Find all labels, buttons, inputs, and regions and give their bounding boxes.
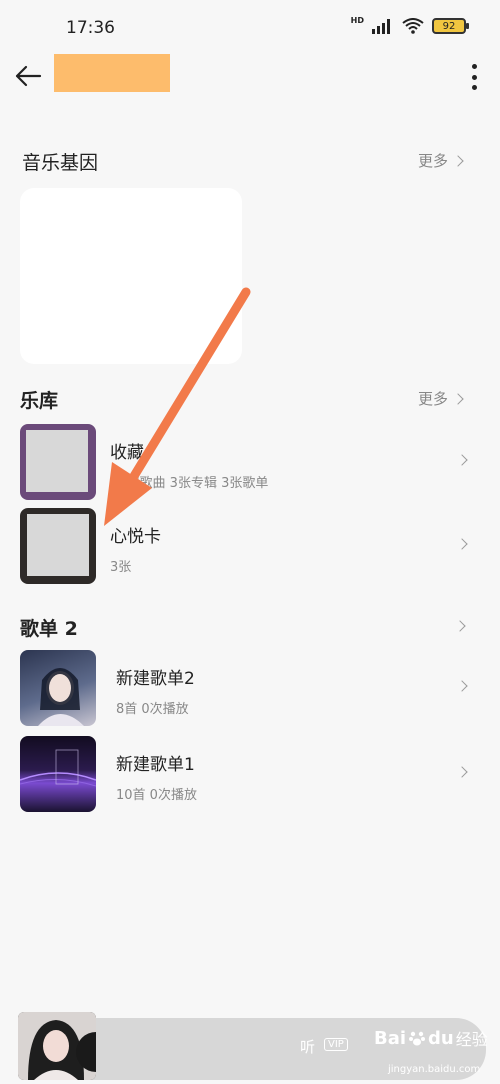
more-dot [471, 64, 477, 69]
list-item-subtitle: 19首歌曲 3张专辑 3张歌单 [110, 476, 269, 491]
watermark-url: jingyan.baidu.com [388, 1064, 481, 1075]
watermark-brand-2: du [428, 1027, 454, 1049]
status-icons: HD 92 [350, 15, 469, 34]
more-label: 更多 [418, 152, 449, 170]
vip-badge[interactable]: VIP [324, 1038, 348, 1051]
more-dot [471, 74, 477, 80]
list-item-title: 新建歌单2 [116, 669, 195, 689]
library-item-heart-card[interactable]: 心悦卡 3张 [0, 508, 500, 586]
page-title-redacted [54, 54, 170, 92]
status-time: 17:36 [66, 18, 115, 38]
portrait-illustration [38, 668, 84, 726]
chevron-right-icon [452, 392, 464, 405]
list-item-subtitle: 8首 0次播放 [116, 702, 189, 717]
more-vert-button[interactable] [462, 62, 486, 92]
playlist-1-cover [20, 736, 96, 812]
player-portrait [18, 1012, 96, 1080]
mini-player-cover[interactable] [18, 1012, 96, 1080]
library-title: 乐库 [20, 390, 59, 412]
favorites-cover [20, 424, 96, 500]
list-item-subtitle: 10首 0次播放 [116, 788, 197, 803]
top-app-bar [0, 52, 500, 100]
battery-icon: 92 [432, 18, 469, 34]
playlist-item-2[interactable]: 新建歌单2 8首 0次播放 [0, 650, 500, 728]
wifi-icon [402, 18, 424, 34]
list-item-title: 收藏 [110, 443, 144, 463]
cover-placeholder [26, 430, 88, 492]
chevron-right-icon [456, 766, 468, 778]
back-arrow-icon [15, 65, 42, 87]
chevron-right-icon [456, 538, 468, 550]
battery-level: 92 [442, 20, 456, 32]
back-button[interactable] [12, 60, 44, 92]
watermark-brand: Bai [374, 1027, 407, 1049]
chevron-right-icon [456, 454, 468, 466]
hd-label: HD [350, 15, 364, 25]
watermark-suffix: 经验 [455, 1030, 488, 1049]
baidu-watermark: Bai du 经验 [374, 1026, 488, 1050]
music-gene-card[interactable] [20, 188, 242, 364]
listen-label[interactable]: 听 [300, 1036, 315, 1057]
cover-placeholder [27, 514, 89, 576]
heart-card-cover [20, 508, 96, 584]
playlists-title: 歌单 2 [20, 618, 78, 640]
status-bar: 17:36 HD 92 [0, 0, 500, 58]
list-item-title: 心悦卡 [110, 527, 161, 547]
signal-icon [372, 19, 390, 34]
playlist-item-1[interactable]: 新建歌单1 10首 0次播放 [0, 736, 500, 814]
paw-icon [409, 1031, 426, 1046]
more-label: 更多 [418, 390, 449, 408]
list-item-title: 新建歌单1 [116, 755, 195, 775]
library-more-link[interactable]: 更多 [418, 388, 464, 409]
chevron-right-icon [452, 154, 464, 167]
chevron-right-icon [456, 680, 468, 692]
playlist-2-cover [20, 650, 96, 726]
cover-art-decor [20, 749, 96, 787]
list-item-subtitle: 3张 [110, 560, 132, 575]
library-item-favorites[interactable]: 收藏 19首歌曲 3张专辑 3张歌单 [0, 424, 500, 502]
music-gene-more-link[interactable]: 更多 [418, 150, 464, 171]
music-gene-title: 音乐基因 [22, 152, 99, 174]
chevron-right-icon[interactable] [454, 620, 466, 632]
more-dot [471, 85, 477, 90]
